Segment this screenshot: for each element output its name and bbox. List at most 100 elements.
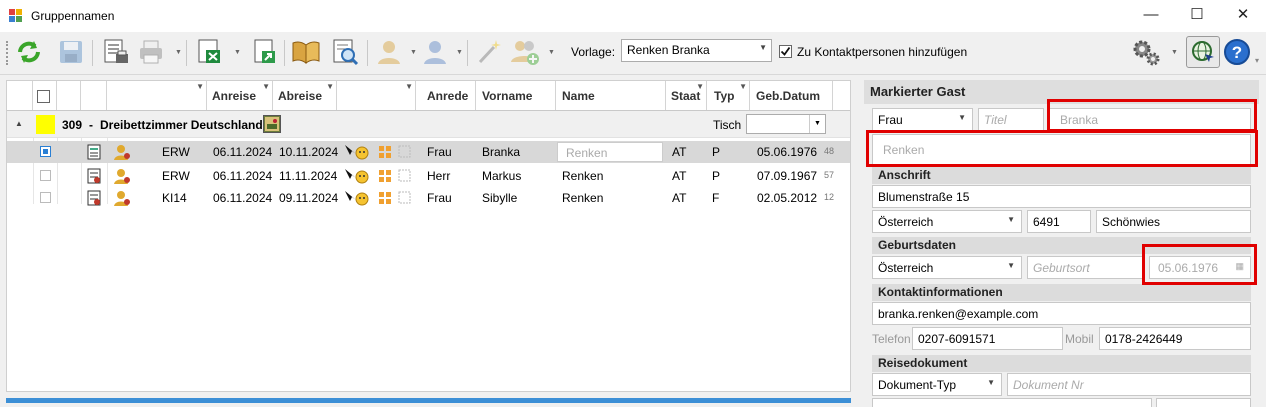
- dokument-nr-input[interactable]: Dokument Nr: [1007, 373, 1251, 396]
- settings-gear-icon[interactable]: [1131, 36, 1161, 68]
- header-staat[interactable]: Staat: [671, 89, 700, 103]
- group-color-swatch: [36, 115, 55, 134]
- toolbar-grip[interactable]: [6, 41, 9, 65]
- person-icon[interactable]: [114, 168, 130, 187]
- cell-name: Renken: [562, 169, 604, 183]
- row-checkbox[interactable]: [40, 146, 51, 157]
- plz-input[interactable]: 6491: [1027, 210, 1091, 233]
- tisch-label: Tisch: [713, 118, 742, 132]
- status-icons[interactable]: [343, 143, 413, 164]
- header-typ[interactable]: Typ: [714, 89, 734, 103]
- document-icon[interactable]: [87, 168, 101, 187]
- magic-wand-icon[interactable]: [474, 36, 504, 68]
- telefon-input[interactable]: 0207-6091571: [912, 327, 1063, 350]
- section-kontakt: Kontaktinformationen: [872, 284, 1251, 301]
- help-icon[interactable]: ?: [1222, 36, 1252, 68]
- table-row[interactable]: KI14 06.11.2024 09.11.2024 Frau Sibylle …: [7, 187, 850, 209]
- row-checkbox[interactable]: [40, 170, 51, 181]
- filter-icon[interactable]: ▼: [262, 82, 270, 91]
- book-icon[interactable]: [291, 36, 321, 68]
- filter-icon[interactable]: ▼: [696, 82, 704, 91]
- contact-dropdown-icon[interactable]: ▼: [456, 49, 463, 56]
- cell-staat: AT: [672, 169, 687, 183]
- cell-typ: P: [712, 169, 721, 183]
- toolbar-overflow-icon[interactable]: ▾: [1255, 56, 1259, 65]
- room-image-icon[interactable]: [263, 115, 281, 133]
- cell-anrede: Frau: [427, 191, 452, 205]
- minimize-button[interactable]: —: [1128, 0, 1174, 32]
- filter-icon[interactable]: ▼: [326, 82, 334, 91]
- preview-icon[interactable]: [330, 36, 360, 68]
- cell-staat: AT: [672, 191, 687, 205]
- printer-dropdown-icon[interactable]: ▼: [175, 49, 182, 56]
- filter-icon[interactable]: ▼: [739, 82, 747, 91]
- cell-name: Renken: [562, 191, 604, 205]
- header-abreise[interactable]: Abreise: [278, 89, 322, 103]
- excel-export-icon[interactable]: [194, 36, 224, 68]
- table-row[interactable]: ERW 06.11.2024 11.11.2024 Herr Markus Re…: [7, 165, 850, 187]
- group-row[interactable]: ▲ 309 - Dreibettzimmer Deutschland Tisch…: [7, 111, 850, 138]
- close-button[interactable]: ✕: [1220, 0, 1266, 32]
- tisch-select[interactable]: ▼: [746, 114, 826, 134]
- cell-anrede: Frau: [427, 145, 452, 159]
- status-icons[interactable]: [343, 189, 413, 210]
- select-all-checkbox[interactable]: [37, 89, 50, 103]
- cell-anrede: Herr: [427, 169, 451, 183]
- kontakt-checkbox[interactable]: [779, 45, 792, 58]
- add-group-dropdown-icon[interactable]: ▼: [548, 49, 555, 56]
- ort-input[interactable]: Schönwies: [1096, 210, 1251, 233]
- mobil-input[interactable]: 0178-2426449: [1099, 327, 1251, 350]
- geburtsort-input[interactable]: Geburtsort: [1027, 256, 1144, 279]
- anrede-select[interactable]: Frau ▼: [872, 108, 973, 131]
- filter-icon[interactable]: ▼: [405, 82, 413, 91]
- vorlage-value: Renken Branka: [627, 43, 710, 57]
- cell-abreise: 11.11.2024: [279, 169, 338, 183]
- cell-kategorie: ERW: [162, 145, 190, 159]
- cell-geb-datum: 05.06.1976: [757, 145, 818, 159]
- add-group-icon[interactable]: [510, 36, 540, 68]
- dokument-typ-select[interactable]: Dokument-Typ ▼: [872, 373, 1002, 396]
- vorlage-select[interactable]: Renken Branka ▼: [621, 39, 772, 62]
- save-icon[interactable]: [56, 36, 86, 68]
- printer-icon[interactable]: [136, 36, 166, 68]
- guest-icon[interactable]: [374, 36, 404, 68]
- header-name[interactable]: Name: [562, 89, 595, 103]
- geburtsland-select[interactable]: Österreich ▼: [872, 256, 1022, 279]
- header-anreise[interactable]: Anreise: [212, 89, 256, 103]
- anrede-value: Frau: [878, 113, 903, 127]
- vorlage-label: Vorlage:: [571, 45, 616, 59]
- header-vorname[interactable]: Vorname: [482, 89, 532, 103]
- group-name: Dreibettzimmer Deutschland: [100, 118, 263, 132]
- cell-vorname: Markus: [482, 169, 522, 183]
- table-row[interactable]: ERW 06.11.2024 10.11.2024 Frau Branka Re…: [7, 141, 850, 163]
- collapse-arrow-icon[interactable]: ▲: [15, 119, 23, 128]
- header-geb-datum[interactable]: Geb.Datum: [756, 89, 820, 103]
- settings-dropdown-icon[interactable]: ▼: [1171, 49, 1178, 56]
- person-icon[interactable]: [114, 190, 130, 209]
- titel-input[interactable]: Titel: [978, 108, 1044, 131]
- cell-age: 12: [824, 192, 835, 202]
- strasse-input[interactable]: Blumenstraße 15: [872, 185, 1251, 208]
- bottom-scrollbar[interactable]: [6, 398, 851, 403]
- document-icon[interactable]: [87, 190, 101, 209]
- maximize-button[interactable]: ☐: [1174, 0, 1220, 32]
- document-icon[interactable]: [87, 144, 101, 163]
- print-list-icon[interactable]: [101, 36, 131, 68]
- status-icons[interactable]: [343, 167, 413, 188]
- excel-dropdown-icon[interactable]: ▼: [234, 49, 241, 56]
- row-checkbox[interactable]: [40, 192, 51, 203]
- email-input[interactable]: branka.renken@example.com: [872, 302, 1251, 325]
- header-anrede[interactable]: Anrede: [427, 89, 468, 103]
- contact-icon[interactable]: [420, 36, 450, 68]
- land-select[interactable]: Österreich ▼: [872, 210, 1022, 233]
- filter-icon[interactable]: ▼: [196, 82, 204, 91]
- export-icon[interactable]: [249, 36, 279, 68]
- cell-kategorie: KI14: [162, 191, 187, 205]
- refresh-icon[interactable]: [14, 36, 44, 68]
- name-edit-input[interactable]: Renken: [557, 142, 663, 162]
- telefon-label: Telefon: [872, 332, 911, 346]
- person-icon[interactable]: [114, 144, 130, 163]
- chevron-down-icon: ▼: [1007, 215, 1015, 224]
- web-link-icon[interactable]: [1186, 36, 1220, 68]
- guest-dropdown-icon[interactable]: ▼: [410, 49, 417, 56]
